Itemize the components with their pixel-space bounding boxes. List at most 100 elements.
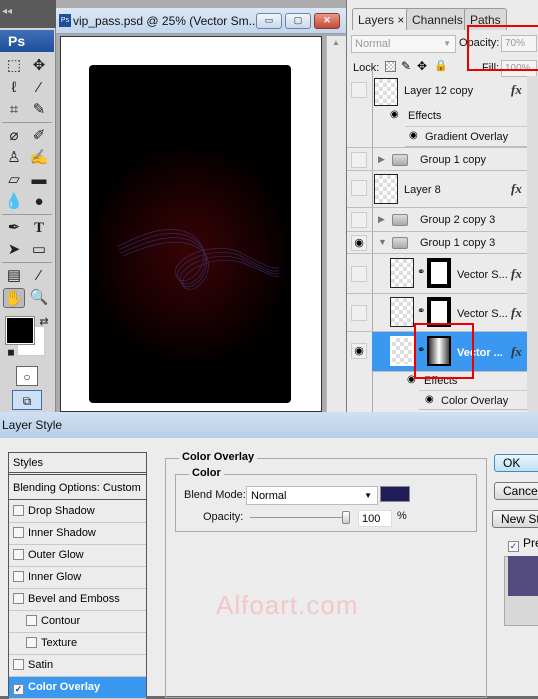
blend-mode-dropdown[interactable]: Normal ▼ [246, 486, 378, 505]
zoom-tool-icon[interactable]: 🔍 [28, 288, 50, 308]
eye-icon[interactable]: ◉ [351, 235, 367, 251]
link-icon[interactable]: ⚭ [417, 267, 425, 278]
style-item-inner-glow[interactable]: Inner Glow [9, 567, 146, 589]
document-canvas[interactable] [60, 36, 322, 412]
document-titlebar[interactable]: Ps vip_pass.psd @ 25% (Vector Sm... ▭ ▢ … [56, 8, 346, 34]
toolbox-collapse[interactable]: ◂◂ [0, 0, 56, 28]
checkbox-checked[interactable]: ✓ [13, 684, 24, 695]
opacity-slider-track[interactable] [250, 517, 350, 518]
path-selection-tool-icon[interactable]: ➤ [3, 240, 25, 260]
visibility-toggle[interactable] [351, 82, 367, 98]
checkbox[interactable] [26, 615, 37, 626]
screen-mode-icon[interactable]: ⧉ [12, 390, 42, 410]
healing-brush-tool-icon[interactable]: ⌀ [3, 126, 25, 146]
lock-transparency-icon[interactable] [385, 61, 396, 72]
eye-icon[interactable]: ◉ [409, 130, 418, 141]
expand-triangle-icon[interactable]: ▶ [378, 154, 385, 165]
layer-blend-mode-select[interactable]: Normal ▼ [351, 35, 456, 53]
gradient-tool-icon[interactable]: ▬ [28, 170, 50, 190]
visibility-toggle[interactable] [351, 180, 367, 196]
shape-tool-icon[interactable]: ▭ [28, 240, 50, 260]
quick-selection-tool-icon[interactable]: ⁄ [28, 78, 50, 98]
lock-pixels-icon[interactable]: ✎ [401, 59, 411, 73]
hand-tool-icon[interactable]: ✋ [3, 288, 25, 308]
lock-position-icon[interactable]: ✥ [417, 59, 427, 73]
crop-tool-icon[interactable]: ⌗ [3, 100, 25, 120]
style-item-satin[interactable]: Satin [9, 655, 146, 677]
marquee-tool-icon[interactable]: ⬚ [3, 56, 25, 76]
default-colors-icon[interactable]: ◼ [0, 342, 22, 362]
layers-scrollbar[interactable] [527, 76, 538, 412]
expand-triangle-icon[interactable]: ▶ [378, 214, 385, 225]
effects-row[interactable]: ◉ Effects [347, 106, 538, 126]
layer-group-row[interactable]: ▶ Group 2 copy 3 [347, 208, 538, 232]
opacity-slider-thumb[interactable] [342, 511, 350, 524]
tab-channels[interactable]: Channels [406, 8, 469, 30]
slice-tool-icon[interactable]: ✎ [28, 100, 50, 120]
move-tool-icon[interactable]: ✥ [28, 56, 50, 76]
style-item-contour[interactable]: Contour [9, 611, 146, 633]
visibility-toggle[interactable] [351, 266, 367, 282]
layer-group-row[interactable]: ◉ ▼ Group 1 copy 3 [347, 232, 538, 254]
scroll-up-icon[interactable]: ▲ [332, 38, 340, 47]
brush-tool-icon[interactable]: ✐ [28, 126, 50, 146]
checkbox[interactable] [13, 527, 24, 538]
preview-checkbox[interactable]: ✓ [508, 541, 519, 552]
clone-stamp-tool-icon[interactable]: ♙ [3, 148, 25, 168]
collapse-triangle-icon[interactable]: ▼ [378, 237, 387, 247]
fx-icon[interactable]: fx [511, 266, 522, 282]
fx-icon[interactable]: fx [511, 181, 522, 197]
lasso-tool-icon[interactable]: ℓ [3, 78, 25, 98]
notes-tool-icon[interactable]: ▤ [3, 266, 25, 286]
eye-icon[interactable]: ◉ [425, 394, 434, 405]
eye-icon[interactable]: ◉ [351, 343, 367, 359]
layer-row[interactable]: Layer 12 copy fx [347, 76, 538, 106]
overlay-color-swatch[interactable] [380, 486, 410, 502]
ok-button[interactable]: OK [494, 454, 538, 472]
pen-tool-icon[interactable]: ✒ [3, 218, 25, 238]
swap-colors-icon[interactable]: ⇄ [33, 312, 55, 332]
vector-mask-thumbnail[interactable] [427, 258, 451, 288]
history-brush-tool-icon[interactable]: ✍ [28, 148, 50, 168]
checkbox[interactable] [26, 637, 37, 648]
fx-icon[interactable]: fx [511, 344, 522, 360]
style-item-texture[interactable]: Texture [9, 633, 146, 655]
blur-tool-icon[interactable]: 💧 [3, 192, 25, 212]
document-vertical-scrollbar[interactable]: ▲ [326, 36, 346, 412]
fx-icon[interactable]: fx [511, 82, 522, 98]
dodge-tool-icon[interactable]: ● [28, 192, 50, 212]
layer-row[interactable]: Layer 8 fx [347, 171, 538, 208]
visibility-toggle[interactable] [351, 305, 367, 321]
link-icon[interactable]: ⚭ [417, 306, 425, 317]
style-item-drop-shadow[interactable]: Drop Shadow [9, 501, 146, 523]
style-item-inner-shadow[interactable]: Inner Shadow [9, 523, 146, 545]
layer-group-row[interactable]: ▶ Group 1 copy [347, 147, 538, 171]
blending-options-item[interactable]: Blending Options: Custom [9, 478, 146, 500]
tab-layers[interactable]: Layers × [352, 8, 411, 30]
effect-row[interactable]: ◉ Gradient Overlay [405, 126, 538, 147]
lock-all-icon[interactable]: 🔒 [434, 59, 448, 72]
maximize-button[interactable]: ▢ [285, 13, 311, 29]
eye-icon[interactable]: ◉ [390, 109, 399, 120]
styles-item[interactable]: Styles [9, 453, 146, 475]
eyedropper-tool-icon[interactable]: ⁄ [28, 266, 50, 286]
type-tool-icon[interactable]: T [28, 218, 50, 238]
layer-row[interactable]: ⚭ Vector S... fx [347, 254, 538, 294]
style-item-outer-glow[interactable]: Outer Glow [9, 545, 146, 567]
checkbox[interactable] [13, 659, 24, 670]
quick-mask-icon[interactable]: ○ [16, 366, 38, 386]
new-style-button[interactable]: New Style... [492, 510, 538, 528]
eraser-tool-icon[interactable]: ▱ [3, 170, 25, 190]
visibility-toggle[interactable] [351, 152, 367, 168]
checkbox[interactable] [13, 593, 24, 604]
visibility-toggle[interactable] [351, 212, 367, 228]
checkbox[interactable] [13, 571, 24, 582]
effect-row[interactable]: ◉ Color Overlay [419, 390, 538, 410]
fx-icon[interactable]: fx [511, 305, 522, 321]
checkbox[interactable] [13, 549, 24, 560]
preview-option[interactable]: ✓ Preview [508, 536, 538, 552]
minimize-button[interactable]: ▭ [256, 13, 282, 29]
style-item-bevel-emboss[interactable]: Bevel and Emboss [9, 589, 146, 611]
foreground-color-swatch[interactable] [5, 316, 35, 345]
close-button[interactable]: ✕ [314, 13, 340, 29]
